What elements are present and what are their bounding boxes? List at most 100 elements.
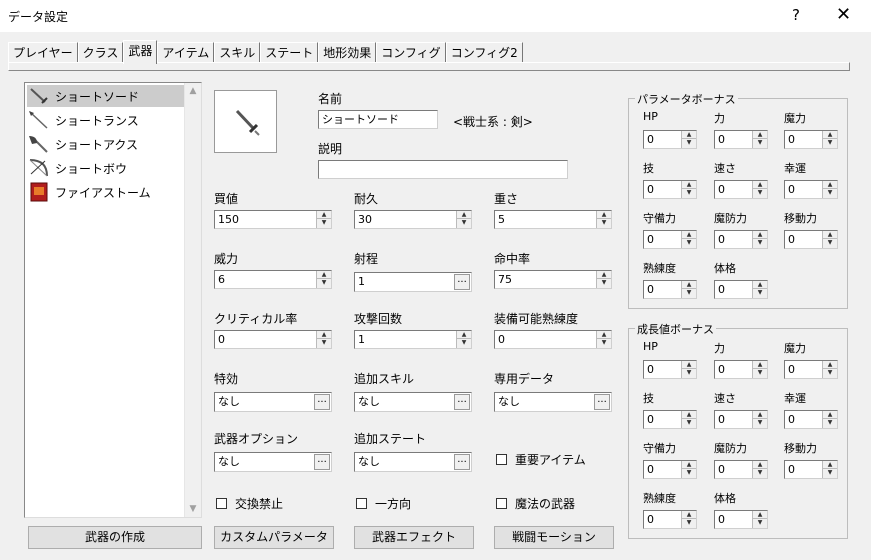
stepper-up-icon[interactable]: ▲	[823, 411, 837, 419]
growth-bonus-8-stepper[interactable]: 0 ▲ ▼	[784, 460, 838, 479]
close-button[interactable]: ✕	[836, 4, 851, 25]
growth-bonus-0-stepper[interactable]: 0 ▲ ▼	[643, 360, 697, 379]
stepper-down-icon[interactable]: ▼	[682, 369, 696, 377]
param-bonus-4-stepper[interactable]: 0 ▲ ▼	[714, 180, 768, 199]
exclusive-field[interactable]: なし ...	[494, 392, 612, 412]
wlv-stepper[interactable]: 0 ▲ ▼	[494, 330, 612, 349]
growth-bonus-7-stepper[interactable]: 0 ▲ ▼	[714, 460, 768, 479]
price-stepper[interactable]: 150 ▲ ▼	[214, 210, 332, 229]
one-way-checkbox[interactable]: 一方向	[356, 495, 411, 512]
tab-config[interactable]: コンフィグ	[376, 42, 446, 63]
stepper-down-icon[interactable]: ▼	[597, 219, 611, 227]
stepper-down-icon[interactable]: ▼	[753, 419, 767, 427]
stepper-down-icon[interactable]: ▼	[597, 279, 611, 287]
weapon-effect-button[interactable]: 武器エフェクト	[354, 526, 474, 549]
stepper-up-icon[interactable]: ▲	[317, 331, 331, 339]
power-stepper[interactable]: 6 ▲ ▼	[214, 270, 332, 289]
stepper-up-icon[interactable]: ▲	[823, 361, 837, 369]
stepper-up-icon[interactable]: ▲	[823, 131, 837, 139]
tab-player[interactable]: プレイヤー	[8, 42, 78, 63]
stepper-down-icon[interactable]: ▼	[823, 239, 837, 247]
stepper-up-icon[interactable]: ▲	[317, 271, 331, 279]
stepper-down-icon[interactable]: ▼	[753, 519, 767, 527]
tab-config2[interactable]: コンフィグ2	[445, 42, 523, 63]
list-item-fire-storm[interactable]: ファイアストーム	[27, 181, 185, 203]
stepper-up-icon[interactable]: ▲	[753, 411, 767, 419]
stepper-down-icon[interactable]: ▼	[317, 279, 331, 287]
stepper-down-icon[interactable]: ▼	[753, 369, 767, 377]
stepper-up-icon[interactable]: ▲	[597, 271, 611, 279]
growth-bonus-3-stepper[interactable]: 0 ▲ ▼	[643, 410, 697, 429]
stepper-down-icon[interactable]: ▼	[682, 139, 696, 147]
stepper-up-icon[interactable]: ▲	[682, 411, 696, 419]
weight-stepper[interactable]: 5 ▲ ▼	[494, 210, 612, 229]
name-field[interactable]: ショートソード	[318, 110, 438, 129]
stepper-down-icon[interactable]: ▼	[457, 219, 471, 227]
add-skill-field[interactable]: なし ...	[354, 392, 472, 412]
weapon-list[interactable]: ショートソード ショートランス ショートアクス ショートボウ ファイアストーム	[24, 82, 202, 518]
growth-bonus-1-stepper[interactable]: 0 ▲ ▼	[714, 360, 768, 379]
stepper-up-icon[interactable]: ▲	[753, 461, 767, 469]
stepper-down-icon[interactable]: ▼	[823, 469, 837, 477]
stepper-up-icon[interactable]: ▲	[753, 131, 767, 139]
stepper-down-icon[interactable]: ▼	[823, 139, 837, 147]
tab-weapon[interactable]: 武器	[123, 40, 158, 64]
stepper-down-icon[interactable]: ▼	[823, 419, 837, 427]
stepper-down-icon[interactable]: ▼	[753, 139, 767, 147]
param-bonus-9-stepper[interactable]: 0 ▲ ▼	[643, 280, 697, 299]
create-weapon-button[interactable]: 武器の作成	[28, 526, 202, 549]
range-field[interactable]: 1 ...	[354, 272, 472, 292]
exclusive-browse-button[interactable]: ...	[594, 394, 610, 410]
magic-weapon-checkbox[interactable]: 魔法の武器	[496, 495, 575, 512]
tab-terrain[interactable]: 地形効果	[318, 42, 377, 63]
stepper-down-icon[interactable]: ▼	[682, 519, 696, 527]
range-browse-button[interactable]: ...	[454, 274, 470, 290]
no-trade-checkbox[interactable]: 交換禁止	[216, 495, 283, 512]
stepper-up-icon[interactable]: ▲	[753, 511, 767, 519]
list-item-short-lance[interactable]: ショートランス	[27, 109, 185, 131]
stepper-down-icon[interactable]: ▼	[682, 469, 696, 477]
stepper-down-icon[interactable]: ▼	[317, 339, 331, 347]
stepper-up-icon[interactable]: ▲	[682, 181, 696, 189]
weapon-image-preview[interactable]	[214, 90, 277, 153]
stepper-down-icon[interactable]: ▼	[753, 189, 767, 197]
effective-browse-button[interactable]: ...	[314, 394, 330, 410]
battle-motion-button[interactable]: 戦闘モーション	[494, 526, 614, 549]
growth-bonus-6-stepper[interactable]: 0 ▲ ▼	[643, 460, 697, 479]
stepper-down-icon[interactable]: ▼	[682, 189, 696, 197]
list-item-short-sword[interactable]: ショートソード	[27, 85, 185, 107]
growth-bonus-9-stepper[interactable]: 0 ▲ ▼	[643, 510, 697, 529]
stepper-up-icon[interactable]: ▲	[682, 511, 696, 519]
stepper-down-icon[interactable]: ▼	[682, 289, 696, 297]
stepper-down-icon[interactable]: ▼	[457, 339, 471, 347]
param-bonus-3-stepper[interactable]: 0 ▲ ▼	[643, 180, 697, 199]
effective-field[interactable]: なし ...	[214, 392, 332, 412]
tab-class[interactable]: クラス	[77, 42, 124, 63]
growth-bonus-2-stepper[interactable]: 0 ▲ ▼	[784, 360, 838, 379]
list-scrollbar[interactable]: ▲ ▼	[184, 83, 201, 517]
stepper-up-icon[interactable]: ▲	[682, 281, 696, 289]
add-state-field[interactable]: なし ...	[354, 452, 472, 472]
stepper-down-icon[interactable]: ▼	[753, 239, 767, 247]
growth-bonus-10-stepper[interactable]: 0 ▲ ▼	[714, 510, 768, 529]
stepper-down-icon[interactable]: ▼	[682, 419, 696, 427]
important-item-checkbox[interactable]: 重要アイテム	[496, 451, 586, 468]
description-field[interactable]	[318, 160, 568, 179]
param-bonus-2-stepper[interactable]: 0 ▲ ▼	[784, 130, 838, 149]
help-button[interactable]: ?	[792, 6, 800, 24]
stepper-up-icon[interactable]: ▲	[457, 331, 471, 339]
list-item-short-bow[interactable]: ショートボウ	[27, 157, 185, 179]
stepper-up-icon[interactable]: ▲	[823, 231, 837, 239]
attack-count-stepper[interactable]: 1 ▲ ▼	[354, 330, 472, 349]
hit-stepper[interactable]: 75 ▲ ▼	[494, 270, 612, 289]
stepper-up-icon[interactable]: ▲	[753, 181, 767, 189]
option-browse-button[interactable]: ...	[314, 454, 330, 470]
stepper-down-icon[interactable]: ▼	[597, 339, 611, 347]
list-item-short-axe[interactable]: ショートアクス	[27, 133, 185, 155]
scroll-down-icon[interactable]: ▼	[185, 501, 201, 517]
stepper-down-icon[interactable]: ▼	[317, 219, 331, 227]
param-bonus-0-stepper[interactable]: 0 ▲ ▼	[643, 130, 697, 149]
stepper-up-icon[interactable]: ▲	[682, 361, 696, 369]
stepper-up-icon[interactable]: ▲	[317, 211, 331, 219]
stepper-down-icon[interactable]: ▼	[753, 289, 767, 297]
